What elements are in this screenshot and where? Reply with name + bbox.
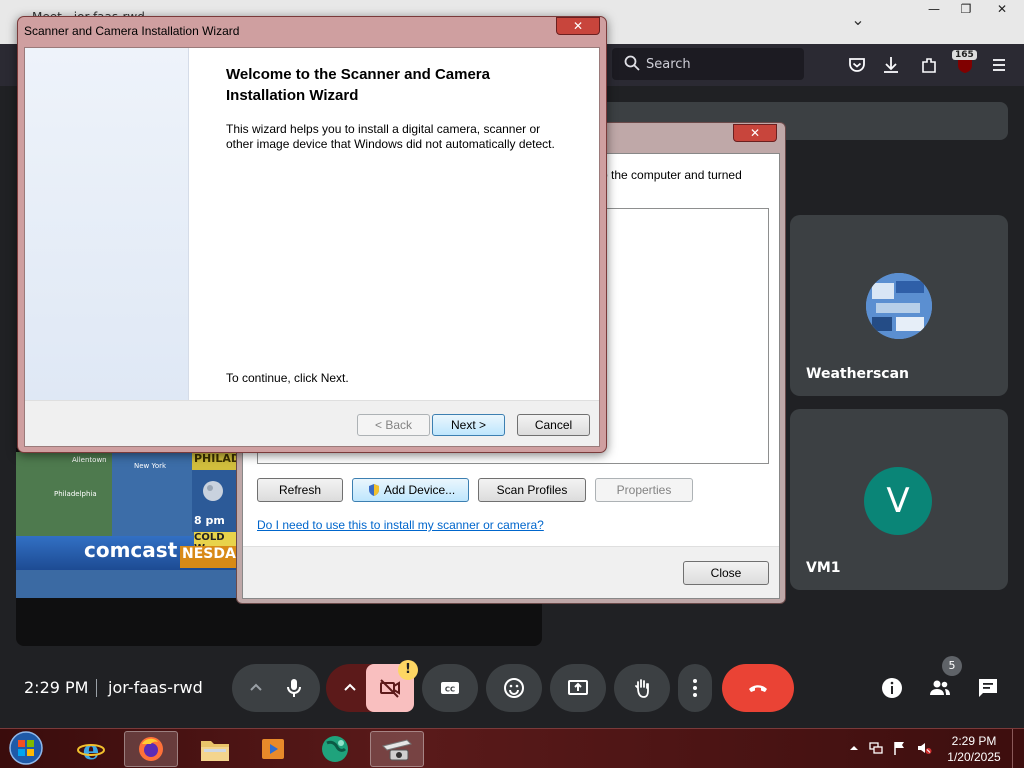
close-button[interactable]: ✕ — [733, 124, 777, 142]
participant-tile-weatherscan[interactable]: Weatherscan — [790, 215, 1008, 396]
avatar — [866, 273, 932, 339]
camera-off-icon — [380, 679, 400, 698]
menu-icon[interactable] — [988, 54, 1010, 76]
extension-badge: 165 — [952, 50, 977, 60]
microphone-icon[interactable] — [282, 676, 306, 700]
emoji-icon — [504, 678, 524, 698]
svg-text:CC: CC — [445, 686, 455, 694]
more-vertical-icon — [693, 679, 697, 697]
properties-button: Properties — [595, 478, 693, 502]
wizard-close-button[interactable]: ✕ — [556, 17, 600, 35]
wizard-footer: < Back Next > Cancel — [25, 400, 599, 446]
weather-city-label: PHILAD — [192, 452, 236, 470]
download-icon[interactable] — [880, 54, 902, 76]
chat-icon[interactable] — [976, 676, 1000, 700]
wizard-client-area: Welcome to the Scanner and Camera Instal… — [24, 47, 600, 447]
svg-text:e: e — [83, 736, 100, 764]
extensions-icon[interactable] — [918, 54, 940, 76]
wizard-intro-text: This wizard helps you to install a digit… — [226, 122, 555, 151]
chevron-up-icon[interactable] — [244, 676, 268, 700]
restore-icon[interactable]: ❐ — [950, 0, 982, 18]
start-button-icon[interactable] — [6, 730, 46, 766]
minimize-icon[interactable]: — — [918, 0, 950, 18]
taskbar-ie[interactable]: e — [64, 731, 118, 767]
camera-warning-badge: ! — [398, 660, 418, 680]
taskbar-clock[interactable]: 2:29 PM 1/20/2025 — [942, 733, 1006, 765]
scan-profiles-button[interactable]: Scan Profiles — [478, 478, 586, 502]
search-placeholder: Search — [646, 57, 691, 72]
wizard-continue-text: To continue, click Next. — [226, 371, 349, 385]
microphone-control[interactable] — [232, 664, 320, 712]
scanner-camera-icon — [382, 739, 412, 761]
raise-hand-button[interactable] — [614, 664, 670, 712]
present-screen-icon — [568, 680, 588, 695]
participant-name: Weatherscan — [806, 366, 909, 382]
weather-time-label: 8 pm — [194, 514, 225, 527]
show-hidden-icons-icon[interactable] — [846, 740, 862, 756]
search-input[interactable]: Search — [612, 48, 804, 80]
dialog-footer: Close — [243, 546, 779, 598]
hang-up-icon — [749, 685, 767, 692]
map-label: New York — [134, 462, 167, 470]
firefox-icon — [139, 737, 163, 761]
chevron-up-icon[interactable] — [338, 676, 362, 700]
taskbar-scanner-app[interactable] — [370, 731, 424, 767]
closed-captions-icon: CC — [441, 682, 459, 694]
avatar: V — [864, 467, 932, 535]
wizard-heading: Welcome to the Scanner and Camera Instal… — [226, 66, 490, 104]
captions-button[interactable]: CC — [422, 664, 478, 712]
participant-tile-vm1[interactable]: V VM1 — [790, 409, 1008, 590]
refresh-button[interactable]: Refresh — [257, 478, 343, 502]
network-icon[interactable] — [868, 740, 884, 756]
comcast-logo: comcast — [84, 538, 178, 562]
raise-hand-icon — [635, 679, 649, 698]
uac-shield-icon — [369, 484, 379, 496]
taskbar-explorer[interactable] — [188, 731, 242, 767]
participant-name: VM1 — [806, 560, 841, 576]
window-title: Scanner and Camera Installation Wizard — [24, 24, 240, 38]
installation-wizard-window: Scanner and Camera Installation Wizard ✕… — [17, 16, 607, 453]
folder-icon — [201, 741, 229, 761]
map-label: Philadelphia — [54, 490, 97, 498]
meeting-code: jor-faas-rwd — [108, 678, 203, 697]
window-controls: — ❐ ✕ — [918, 0, 1022, 20]
weather-moon-icon — [203, 481, 223, 501]
meeting-time: 2:29 PM — [24, 678, 89, 697]
search-icon — [624, 55, 640, 71]
emoji-button[interactable] — [486, 664, 542, 712]
wizard-sidebar — [25, 48, 189, 400]
taskbar-firefox[interactable] — [124, 731, 178, 767]
cancel-button[interactable]: Cancel — [517, 414, 590, 436]
people-count-badge: 5 — [942, 656, 962, 676]
map-label: Allentown — [72, 456, 107, 464]
more-options-button[interactable] — [678, 664, 712, 712]
action-center-flag-icon[interactable] — [892, 740, 908, 756]
divider — [96, 679, 97, 697]
back-button: < Back — [357, 414, 430, 436]
leave-call-button[interactable] — [722, 664, 794, 712]
next-button[interactable]: Next > — [432, 414, 505, 436]
volume-muted-icon[interactable] — [916, 740, 932, 756]
close-icon[interactable]: ✕ — [982, 0, 1022, 18]
help-link[interactable]: Do I need to use this to install my scan… — [257, 518, 544, 532]
meeting-info-icon[interactable] — [880, 676, 904, 700]
close-dialog-button[interactable]: Close — [683, 561, 769, 585]
present-button[interactable] — [550, 664, 606, 712]
taskbar-globe-app[interactable] — [308, 731, 362, 767]
people-icon[interactable] — [928, 676, 952, 700]
media-player-icon — [262, 739, 284, 759]
internet-explorer-icon: e — [77, 736, 105, 764]
pocket-icon[interactable] — [846, 54, 868, 76]
show-desktop-button[interactable] — [1012, 729, 1024, 768]
clock-time: 2:29 PM — [951, 734, 997, 748]
weather-headline-2: NESDA — [180, 546, 236, 568]
globe-icon — [322, 736, 348, 762]
taskbar-media-player[interactable] — [246, 731, 300, 767]
dialog-description: o the computer and turned — [601, 168, 742, 182]
add-device-button[interactable]: Add Device... — [352, 478, 469, 502]
weather-headline-1: COLD W — [194, 532, 236, 546]
clock-date: 1/20/2025 — [947, 750, 1001, 764]
chevron-down-icon[interactable]: ⌄ — [848, 10, 868, 30]
